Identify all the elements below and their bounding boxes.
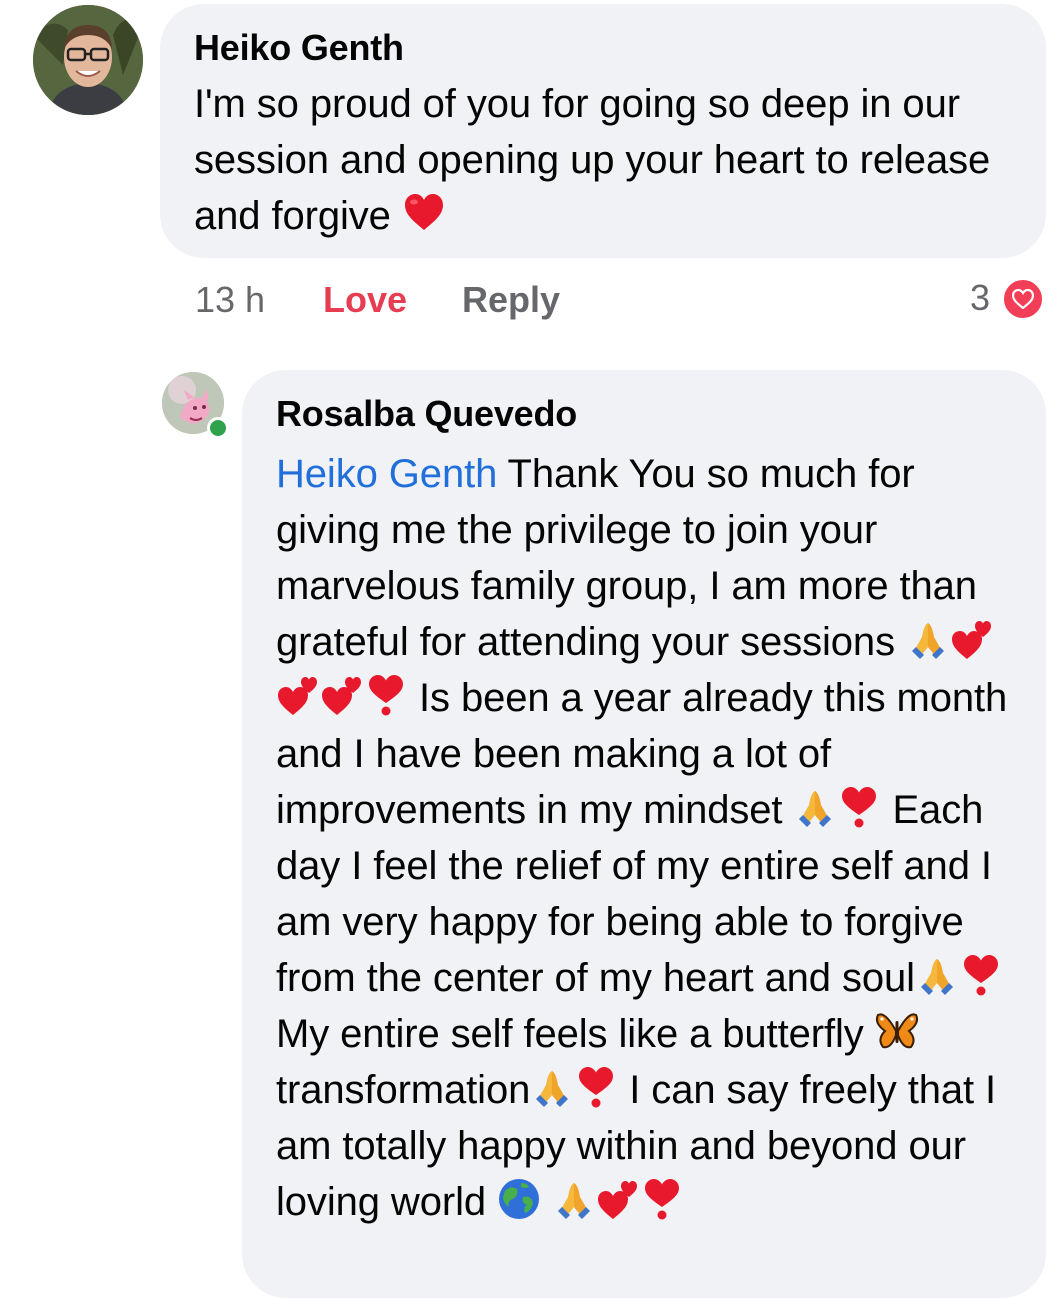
folded-hands-emoji <box>799 791 832 827</box>
reaction-count[interactable]: 3 <box>970 277 990 319</box>
comment-text: I'm so proud of you for going so deep in… <box>194 82 991 238</box>
folded-hands-emoji <box>536 1071 569 1107</box>
comment-author[interactable]: Heiko Genth <box>194 26 1016 70</box>
mention-link[interactable]: Heiko Genth <box>276 452 497 496</box>
butterfly-emoji <box>875 1013 918 1049</box>
folded-hands-emoji <box>920 959 953 995</box>
love-button[interactable]: Love <box>323 279 407 321</box>
globe-emoji <box>499 1179 540 1219</box>
reply-text: Heiko Genth Thank You so much for giving… <box>276 452 1008 1224</box>
folded-hands-emoji <box>912 623 944 659</box>
heart-exclamation-emoji <box>645 1179 680 1220</box>
heart-exclamation-emoji <box>579 1067 614 1108</box>
two-hearts-emoji <box>278 677 317 715</box>
comment-timestamp[interactable]: 13 h <box>195 279 265 321</box>
two-hearts-emoji <box>952 621 991 659</box>
comment-thread: Heiko Genth I'm so proud of you for goin… <box>0 0 1060 1306</box>
reply-button[interactable]: Reply <box>462 279 560 321</box>
reply-bubble: Rosalba Quevedo Heiko Genth Thank You so… <box>242 370 1046 1298</box>
avatar-heiko[interactable] <box>33 5 143 115</box>
comment-bubble: Heiko Genth I'm so proud of you for goin… <box>160 4 1046 258</box>
two-hearts-emoji <box>598 1181 638 1219</box>
online-status-indicator <box>207 417 229 439</box>
heart-exclamation-emoji <box>369 675 403 716</box>
comment-actions: 13 h Love Reply 3 <box>195 275 1055 325</box>
folded-hands-emoji <box>558 1183 591 1219</box>
heart-exclamation-emoji <box>963 955 998 996</box>
red-heart-emoji <box>404 194 443 230</box>
heart-reaction-icon[interactable] <box>1001 277 1045 321</box>
heart-exclamation-emoji <box>842 787 877 828</box>
two-hearts-emoji <box>322 677 361 715</box>
reply-author[interactable]: Rosalba Quevedo <box>276 392 1026 436</box>
